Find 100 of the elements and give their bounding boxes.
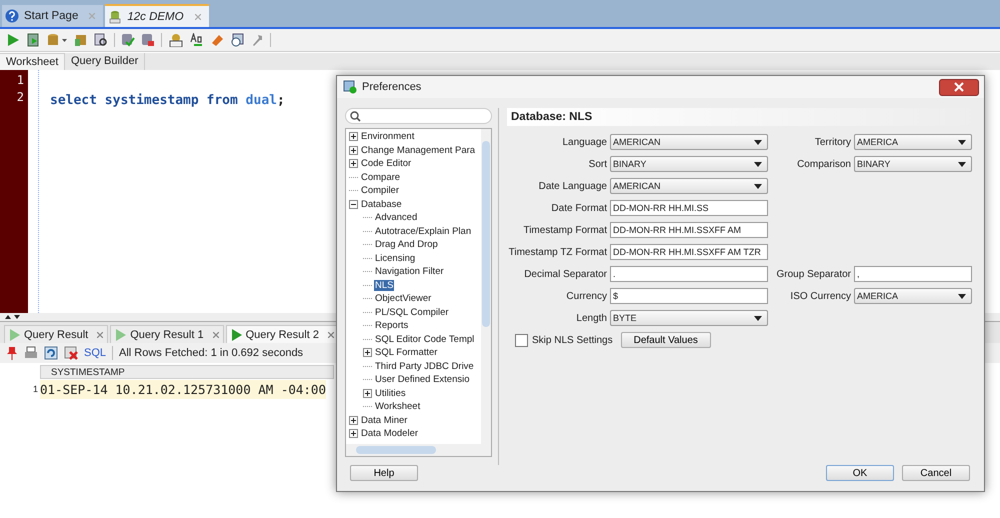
default-values-button[interactable]: Default Values (620, 332, 711, 348)
checkbox-label: Skip NLS Settings (532, 334, 613, 346)
field-label: Currency (565, 290, 607, 302)
line-number: 1 (16, 73, 25, 89)
editor-tab[interactable]: Worksheet (0, 53, 65, 70)
print-icon[interactable] (24, 346, 38, 360)
text-field[interactable]: . (610, 266, 768, 282)
commit-icon[interactable] (121, 33, 135, 47)
dropdown[interactable]: AMERICA (854, 134, 972, 150)
tree-item[interactable]: Environment (360, 131, 416, 142)
vertical-scrollbar[interactable] (481, 129, 491, 444)
expand-icon[interactable] (349, 159, 358, 168)
field-label: Date Language (538, 180, 607, 192)
collapse-icon[interactable] (349, 200, 358, 209)
tree-item[interactable]: Data Miner (360, 414, 408, 426)
close-icon[interactable] (328, 332, 334, 338)
tree-item[interactable]: Utilities (374, 388, 407, 399)
splitter-arrows-icon[interactable] (4, 314, 22, 320)
search-icon[interactable] (94, 33, 108, 47)
expand-icon[interactable] (349, 416, 358, 425)
field-label: Timestamp Format (522, 224, 607, 236)
document-tab[interactable]: 12c DEMO (105, 4, 209, 27)
result-tab[interactable]: Query Result (4, 325, 108, 343)
ok-button[interactable]: OK (826, 465, 894, 481)
sql-link[interactable]: SQL (84, 347, 106, 359)
format-icon[interactable] (190, 33, 204, 47)
close-button[interactable] (939, 78, 979, 96)
column-header[interactable]: SYSTIMESTAMP (40, 365, 334, 379)
checkbox[interactable] (515, 334, 528, 346)
close-icon[interactable] (97, 332, 104, 338)
tree-item[interactable]: User Defined Extensio (374, 374, 471, 386)
field-label: Length (575, 312, 607, 324)
cancel-button[interactable]: Cancel (902, 465, 970, 481)
field-label: Language (562, 136, 607, 148)
tree-item[interactable]: Third Party JDBC Drive (374, 360, 475, 372)
result-tab[interactable]: Query Result 2 (226, 325, 339, 343)
text-field[interactable]: DD-MON-RR HH.MI.SSXFF AM (610, 222, 768, 238)
caret-icon (958, 140, 966, 144)
tree-item[interactable]: Worksheet (374, 401, 422, 412)
help-button[interactable]: Help (350, 465, 418, 481)
close-icon (954, 82, 964, 92)
tree-item[interactable]: SQL Editor Code Templ (374, 334, 476, 345)
text-field[interactable]: $ (610, 288, 768, 304)
horizontal-scrollbar[interactable] (346, 444, 491, 456)
tree-item[interactable]: Compare (360, 172, 402, 183)
tree-item[interactable]: Reports (374, 320, 410, 332)
eraser-icon[interactable] (210, 33, 224, 47)
play-icon (230, 328, 243, 340)
dropdown[interactable]: BYTE (610, 310, 768, 326)
text-field[interactable]: DD-MON-RR HH.MI.SSXFF AM TZR (610, 244, 768, 260)
expand-icon[interactable] (349, 146, 358, 155)
document-tab[interactable]: Start Page (2, 5, 104, 27)
tree-item[interactable]: Navigation Filter (374, 266, 445, 278)
tree-item[interactable]: Data Modeler (360, 428, 420, 440)
field-label: Date Format (550, 202, 607, 214)
line-number: 2 (16, 90, 25, 106)
run-icon[interactable] (6, 33, 20, 47)
expand-icon[interactable] (349, 132, 358, 142)
dropdown[interactable]: AMERICAN (610, 134, 768, 150)
caret-icon (958, 162, 966, 166)
delete-icon[interactable] (64, 346, 78, 360)
rollback-icon[interactable] (141, 33, 155, 47)
field-label: ISO Currency (789, 290, 851, 302)
tree-item[interactable]: Drag And Drop (374, 239, 439, 250)
tree-item[interactable]: Licensing (374, 252, 416, 264)
dropdown[interactable]: AMERICAN (610, 178, 768, 194)
refresh-icon[interactable] (44, 346, 58, 360)
caret-icon (958, 294, 966, 298)
expand-icon[interactable] (363, 388, 372, 398)
result-tab[interactable]: Query Result 1 (110, 325, 224, 343)
tree-item[interactable]: Database (360, 198, 403, 210)
tree-item[interactable]: SQL Formatter (374, 347, 438, 358)
tree-item[interactable]: PL/SQL Compiler (374, 306, 450, 318)
tree-item[interactable]: ObjectViewer (374, 293, 432, 304)
pin-icon[interactable] (6, 346, 18, 360)
expand-icon[interactable] (363, 348, 372, 358)
dropdown[interactable]: BINARY (610, 156, 768, 172)
text-field[interactable]: DD-MON-RR HH.MI.SS (610, 200, 768, 216)
run-script-icon[interactable] (26, 33, 40, 47)
dropdown[interactable]: BINARY (854, 156, 972, 172)
dropdown[interactable]: AMERICA (854, 288, 972, 304)
tree-item[interactable]: Change Management Para (360, 144, 476, 156)
table-cell[interactable]: 01-SEP-14 10.21.02.125731000 AM -04:00 (40, 380, 326, 398)
text-field[interactable]: , (854, 266, 972, 282)
row-number: 1 (32, 384, 39, 394)
wrench-icon[interactable] (250, 33, 264, 47)
field-label: Territory (814, 136, 851, 148)
tree-item[interactable]: Autotrace/Explain Plan (374, 226, 472, 237)
tree-item[interactable]: Compiler (360, 185, 400, 196)
tree-item[interactable]: Advanced (374, 212, 418, 224)
close-icon[interactable] (212, 332, 219, 338)
field-label: Timestamp TZ Format (508, 246, 607, 258)
search-field[interactable] (345, 108, 492, 124)
caret-icon (754, 184, 762, 188)
tree-item[interactable]: NLS (374, 280, 394, 291)
fetch-status: All Rows Fetched: 1 in 0.692 seconds (119, 347, 304, 359)
expand-icon[interactable] (349, 429, 358, 438)
tree-item[interactable]: Code Editor (360, 158, 412, 170)
play-icon (115, 328, 128, 340)
play-icon (9, 328, 21, 340)
